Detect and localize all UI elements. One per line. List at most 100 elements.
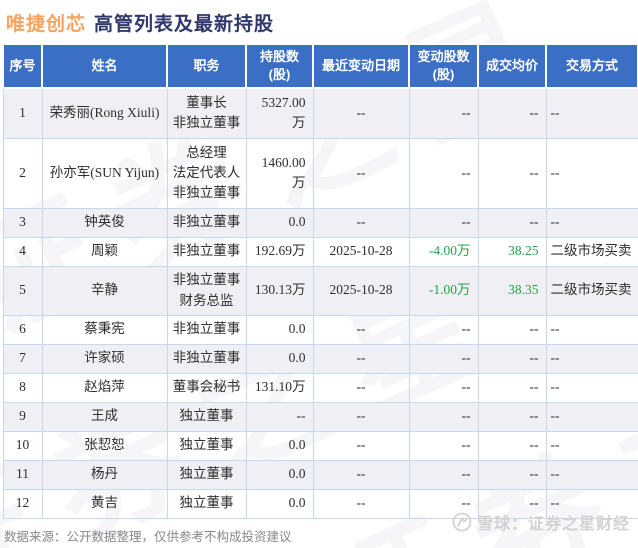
cell-name: 赵焰萍 <box>41 372 168 403</box>
table-row: 10 张恝恕 独立董事 0.0 -- -- -- -- <box>2 430 638 461</box>
table-row: 5 辛静 非独立董事 财务总监 130.13万 2025-10-28 -1.00… <box>2 265 638 316</box>
data-source-note: 数据来源：公开数据整理，仅供参考不构成投资建议 <box>4 530 292 544</box>
page-title: 唯捷创芯 高管列表及最新持股 <box>0 0 638 36</box>
header-name: 姓名 <box>41 43 168 89</box>
header-change-shares: 变动股数 (股) <box>408 43 479 89</box>
cell-change-shares: -- <box>408 207 479 238</box>
cell-seq: 3 <box>2 207 43 238</box>
cell-position: 非独立董事 <box>166 207 247 238</box>
cell-shares: 0.0 <box>245 343 314 374</box>
header-avg-price: 成交均价 <box>477 43 547 89</box>
cell-position: 独立董事 <box>166 401 247 432</box>
cell-avg-price: -- <box>477 314 547 345</box>
table-row: 3 钟英俊 非独立董事 0.0 -- -- -- -- <box>2 207 638 238</box>
cell-change-date: -- <box>312 430 410 461</box>
cell-shares: 0.0 <box>245 207 314 238</box>
cell-seq: 10 <box>2 430 43 461</box>
cell-shares: 0.0 <box>245 430 314 461</box>
cell-change-shares: -- <box>408 401 479 432</box>
table-row: 8 赵焰萍 董事会秘书 131.10万 -- -- -- -- <box>2 372 638 403</box>
cell-position: 总经理 法定代表人 非独立董事 <box>166 137 247 209</box>
cell-change-shares: -- <box>408 343 479 374</box>
cell-change-date: 2025-10-28 <box>312 236 410 267</box>
cell-name: 黄吉 <box>41 488 168 519</box>
cell-seq: 1 <box>2 87 43 139</box>
cell-shares: 0.0 <box>245 459 314 490</box>
cell-position: 非独立董事 财务总监 <box>166 265 247 316</box>
executive-holdings-table: 序号 姓名 职务 持股数 (股) 最近变动日期 变动股数 (股) 成交均价 交易… <box>2 43 638 519</box>
cell-position: 独立董事 <box>166 488 247 519</box>
cell-change-shares: -1.00万 <box>408 265 479 316</box>
cell-change-date: 2025-10-28 <box>312 265 410 316</box>
cell-avg-price: 38.35 <box>477 265 547 316</box>
cell-avg-price: -- <box>477 430 547 461</box>
cell-change-date: -- <box>312 401 410 432</box>
table-row: 2 孙亦军(SUN Yijun) 总经理 法定代表人 非独立董事 1460.00… <box>2 137 638 209</box>
cell-name: 杨丹 <box>41 459 168 490</box>
cell-change-date: -- <box>312 87 410 139</box>
cell-seq: 8 <box>2 372 43 403</box>
cell-trade-method: -- <box>545 87 638 139</box>
cell-name: 钟英俊 <box>41 207 168 238</box>
cell-shares: 192.69万 <box>245 236 314 267</box>
header-position: 职务 <box>166 43 247 89</box>
cell-seq: 9 <box>2 401 43 432</box>
cell-shares: -- <box>245 401 314 432</box>
cell-avg-price: -- <box>477 372 547 403</box>
cell-change-date: -- <box>312 343 410 374</box>
cell-seq: 12 <box>2 488 43 519</box>
cell-name: 王成 <box>41 401 168 432</box>
cell-change-shares: -- <box>408 459 479 490</box>
brand-watermark: 雪球：证券之星财经 <box>452 510 630 534</box>
cell-trade-method: -- <box>545 137 638 209</box>
cell-shares: 131.10万 <box>245 372 314 403</box>
cell-position: 独立董事 <box>166 459 247 490</box>
cell-name: 荣秀丽(Rong Xiuli) <box>41 87 168 139</box>
cell-change-shares: -- <box>408 314 479 345</box>
holdings-infographic: 证券之星 证券之星 证券之星 唯捷创芯高管列表及最新持股 序号 姓名 职务 持股… <box>0 0 638 548</box>
cell-avg-price: -- <box>477 87 547 139</box>
cell-avg-price: -- <box>477 401 547 432</box>
cell-change-date: -- <box>312 372 410 403</box>
table-row: 4 周颖 非独立董事 192.69万 2025-10-28 -4.00万 38.… <box>2 236 638 267</box>
cell-avg-price: -- <box>477 343 547 374</box>
cell-change-date: -- <box>312 488 410 519</box>
header-trade-method: 交易方式 <box>545 43 638 89</box>
cell-avg-price: 38.25 <box>477 236 547 267</box>
cell-trade-method: -- <box>545 401 638 432</box>
cell-shares: 130.13万 <box>245 265 314 316</box>
cell-name: 辛静 <box>41 265 168 316</box>
table-row: 9 王成 独立董事 -- -- -- -- -- <box>2 401 638 432</box>
cell-change-date: -- <box>312 314 410 345</box>
table-row: 11 杨丹 独立董事 0.0 -- -- -- -- <box>2 459 638 490</box>
cell-change-date: -- <box>312 207 410 238</box>
cell-change-shares: -- <box>408 137 479 209</box>
brand-watermark-text: 雪球：证券之星财经 <box>476 516 630 533</box>
cell-position: 董事会秘书 <box>166 372 247 403</box>
table-row: 1 荣秀丽(Rong Xiuli) 董事长 非独立董事 5327.00万 -- … <box>2 87 638 139</box>
cell-trade-method: -- <box>545 207 638 238</box>
cell-change-date: -- <box>312 459 410 490</box>
cell-change-shares: -- <box>408 87 479 139</box>
cell-position: 非独立董事 <box>166 343 247 374</box>
xueqiu-logo-icon <box>452 512 472 532</box>
cell-position: 独立董事 <box>166 430 247 461</box>
cell-trade-method: -- <box>545 372 638 403</box>
cell-seq: 2 <box>2 137 43 209</box>
table-header-row: 序号 姓名 职务 持股数 (股) 最近变动日期 变动股数 (股) 成交均价 交易… <box>2 43 638 89</box>
cell-avg-price: -- <box>477 137 547 209</box>
cell-avg-price: -- <box>477 459 547 490</box>
cell-shares: 0.0 <box>245 314 314 345</box>
cell-shares: 0.0 <box>245 488 314 519</box>
header-shares: 持股数 (股) <box>245 43 314 89</box>
company-name: 唯捷创芯 <box>6 14 87 35</box>
cell-change-shares: -4.00万 <box>408 236 479 267</box>
table-row: 6 蔡秉宪 非独立董事 0.0 -- -- -- -- <box>2 314 638 345</box>
table-row: 7 许家硕 非独立董事 0.0 -- -- -- -- <box>2 343 638 374</box>
cell-seq: 4 <box>2 236 43 267</box>
cell-name: 许家硕 <box>41 343 168 374</box>
cell-change-shares: -- <box>408 430 479 461</box>
cell-position: 非独立董事 <box>166 236 247 267</box>
cell-trade-method: 二级市场买卖 <box>545 236 638 267</box>
cell-name: 周颖 <box>41 236 168 267</box>
